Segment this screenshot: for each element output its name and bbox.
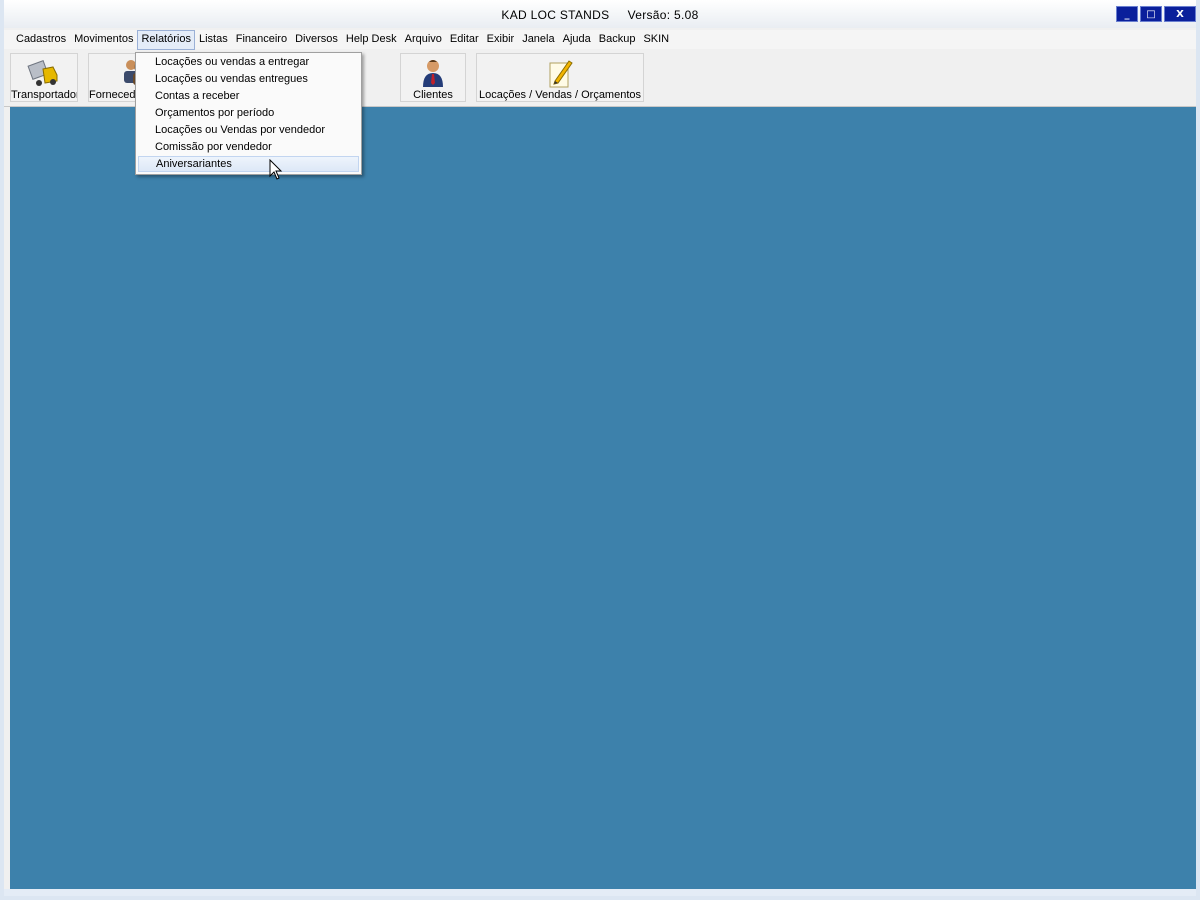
window-title: KAD LOC STANDS Versão: 5.08 [4, 8, 1196, 22]
close-icon: X [1176, 8, 1184, 20]
clientes-label: Clientes [413, 89, 453, 101]
menu-bar: Cadastros Movimentos Relatórios Listas F… [4, 30, 1196, 50]
truck-icon [27, 60, 58, 86]
menu-item-locacoes-entregues[interactable]: Locações ou vendas entregues [138, 71, 359, 87]
pencil-note-icon [549, 60, 573, 88]
transportador-button[interactable]: Transportador [10, 53, 78, 102]
menu-item-aniversariantes[interactable]: Aniversariantes [138, 156, 359, 172]
mdi-workspace [10, 107, 1196, 889]
menu-backup[interactable]: Backup [595, 30, 640, 49]
menu-skin[interactable]: SKIN [639, 30, 673, 49]
window-controls: _ □ X [1116, 6, 1196, 22]
menu-financeiro[interactable]: Financeiro [232, 30, 291, 49]
clientes-button[interactable]: Clientes [400, 53, 466, 102]
client-icon [423, 60, 443, 87]
relatorios-dropdown-menu: Locações ou vendas a entregar Locações o… [135, 52, 362, 175]
locacoes-vendas-orcamentos-label: Locações / Vendas / Orçamentos [478, 89, 642, 101]
menu-diversos[interactable]: Diversos [291, 30, 342, 49]
close-button[interactable]: X [1164, 6, 1196, 22]
menu-help-desk[interactable]: Help Desk [342, 30, 401, 49]
menu-movimentos[interactable]: Movimentos [70, 30, 137, 49]
menu-janela[interactable]: Janela [518, 30, 558, 49]
menu-listas[interactable]: Listas [195, 30, 232, 49]
title-bar[interactable]: KAD LOC STANDS Versão: 5.08 _ □ X [4, 0, 1196, 28]
transportador-label: Transportador [11, 89, 77, 101]
maximize-icon: □ [1146, 8, 1156, 20]
menu-cadastros[interactable]: Cadastros [12, 30, 70, 49]
menu-item-locacoes-por-vendedor[interactable]: Locações ou Vendas por vendedor [138, 122, 359, 138]
minimize-button[interactable]: _ [1116, 6, 1138, 22]
menu-item-contas-a-receber[interactable]: Contas a receber [138, 88, 359, 104]
window-bottom-border [4, 889, 1196, 896]
menu-ajuda[interactable]: Ajuda [559, 30, 595, 49]
app-version: Versão: 5.08 [627, 8, 699, 22]
menu-editar[interactable]: Editar [446, 30, 483, 49]
menu-item-comissao-por-vendedor[interactable]: Comissão por vendedor [138, 139, 359, 155]
mouse-cursor-icon [269, 159, 283, 180]
locacoes-vendas-orcamentos-button[interactable]: Locações / Vendas / Orçamentos [476, 53, 644, 102]
menu-exibir[interactable]: Exibir [483, 30, 519, 49]
menu-relatorios[interactable]: Relatórios [137, 30, 195, 50]
minimize-icon: _ [1124, 8, 1130, 20]
app-title: KAD LOC STANDS [501, 8, 610, 22]
maximize-button[interactable]: □ [1140, 6, 1162, 22]
menu-item-orcamentos-por-periodo[interactable]: Orçamentos por período [138, 105, 359, 121]
menu-arquivo[interactable]: Arquivo [401, 30, 446, 49]
menu-item-locacoes-a-entregar[interactable]: Locações ou vendas a entregar [138, 54, 359, 70]
